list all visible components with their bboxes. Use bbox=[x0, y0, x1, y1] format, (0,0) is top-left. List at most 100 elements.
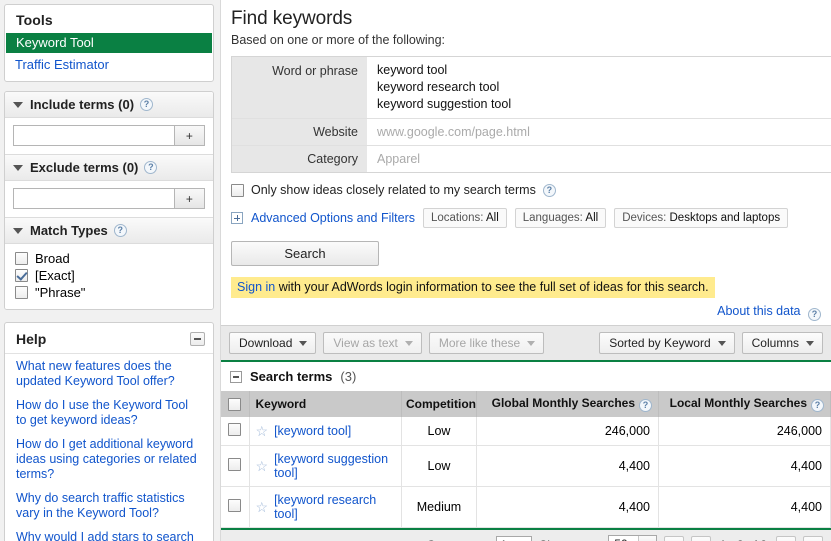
expand-advanced-icon[interactable] bbox=[231, 212, 243, 224]
match-type-phrase[interactable]: "Phrase" bbox=[15, 284, 205, 301]
more-like-these-button[interactable]: More like these bbox=[428, 332, 545, 354]
match-type-broad[interactable]: Broad bbox=[15, 250, 205, 267]
category-placeholder: Apparel bbox=[377, 152, 421, 166]
keyword-link[interactable]: [keyword research tool] bbox=[274, 493, 395, 521]
checkbox-select-all[interactable] bbox=[228, 398, 242, 412]
match-type-exact[interactable]: [Exact] bbox=[15, 267, 205, 284]
keyword-cell: ☆ [keyword tool] bbox=[249, 417, 402, 446]
exclude-terms-add-button[interactable]: + bbox=[173, 188, 205, 209]
checkbox-row[interactable] bbox=[228, 499, 242, 512]
chevron-down-icon bbox=[717, 340, 726, 346]
help-link[interactable]: How do I get additional keyword ideas us… bbox=[16, 437, 201, 482]
chip-locations[interactable]: Locations: All bbox=[422, 208, 507, 228]
help-icon[interactable]: ? bbox=[811, 399, 824, 412]
chip-devices[interactable]: Devices: Desktops and laptops bbox=[614, 208, 789, 228]
columns-label: Columns bbox=[751, 336, 799, 350]
sidebar-item-traffic-estimator[interactable]: Traffic Estimator bbox=[5, 53, 213, 73]
word-or-phrase-line: keyword tool bbox=[377, 63, 448, 77]
only-show-related-row[interactable]: Only show ideas closely related to my se… bbox=[231, 183, 831, 197]
about-this-data-link[interactable]: About this data bbox=[717, 304, 800, 318]
exclude-terms-input[interactable] bbox=[13, 188, 174, 209]
sorted-by-label: Sorted by Keyword bbox=[609, 336, 711, 350]
category-row: Category Apparel bbox=[232, 145, 831, 172]
collapse-help-icon[interactable] bbox=[190, 332, 205, 346]
sidebar-item-keyword-tool[interactable]: Keyword Tool bbox=[6, 33, 212, 53]
section-count: (3) bbox=[340, 369, 357, 384]
exclude-terms-header[interactable]: Exclude terms (0) ? bbox=[5, 154, 213, 181]
help-link[interactable]: Why would I add stars to search results … bbox=[16, 530, 201, 541]
only-show-related-label: Only show ideas closely related to my se… bbox=[251, 183, 536, 197]
star-icon[interactable]: ☆ bbox=[256, 459, 269, 473]
more-like-these-label: More like these bbox=[438, 336, 521, 350]
checkbox-broad[interactable] bbox=[15, 252, 28, 265]
page-subtitle: Based on one or more of the following: bbox=[231, 33, 446, 47]
rows-per-page-select[interactable]: 50 bbox=[608, 535, 657, 541]
signin-notice: Sign in with your AdWords login informat… bbox=[231, 277, 715, 298]
signin-notice-text: with your AdWords login information to s… bbox=[275, 280, 709, 294]
keyword-link[interactable]: [keyword tool] bbox=[274, 424, 351, 438]
keywords-table: Keyword Competition Global Monthly Searc… bbox=[221, 391, 831, 528]
help-icon[interactable]: ? bbox=[113, 224, 127, 237]
help-icon[interactable]: ? bbox=[542, 183, 556, 197]
collapse-section-icon[interactable] bbox=[230, 370, 242, 383]
table-row[interactable]: ☆ [keyword tool] Low 246,000 246,000 bbox=[221, 417, 831, 446]
help-panel-header: Help bbox=[5, 323, 213, 354]
word-or-phrase-label: Word or phrase bbox=[232, 57, 367, 118]
global-monthly-searches-cell: 4,400 bbox=[476, 445, 659, 487]
view-as-text-button[interactable]: View as text bbox=[323, 332, 422, 354]
columns-button[interactable]: Columns bbox=[741, 332, 823, 354]
help-icon[interactable]: ? bbox=[808, 308, 821, 321]
star-icon[interactable]: ☆ bbox=[256, 424, 269, 438]
help-link[interactable]: How do I use the Keyword Tool to get key… bbox=[16, 398, 201, 428]
include-terms-input[interactable] bbox=[13, 125, 174, 146]
column-header-local-monthly-searches[interactable]: Local Monthly Searches? bbox=[658, 391, 831, 417]
checkbox-row[interactable] bbox=[228, 423, 242, 436]
tools-panel-title: Tools bbox=[16, 12, 53, 28]
website-label: Website bbox=[232, 118, 367, 145]
column-header-global-monthly-searches[interactable]: Global Monthly Searches? bbox=[476, 391, 659, 417]
help-link[interactable]: What new features does the updated Keywo… bbox=[16, 359, 201, 389]
help-icon[interactable]: ? bbox=[639, 399, 652, 412]
help-icon[interactable]: ? bbox=[140, 98, 154, 111]
first-page-button[interactable]: ◀| bbox=[663, 535, 684, 541]
star-icon[interactable]: ☆ bbox=[256, 500, 269, 514]
word-or-phrase-line: keyword research tool bbox=[377, 80, 500, 94]
table-row[interactable]: ☆ [keyword research tool] Medium 4,400 4… bbox=[221, 486, 831, 528]
help-link[interactable]: Why do search traffic statistics vary in… bbox=[16, 491, 201, 521]
help-panel-title: Help bbox=[16, 331, 47, 347]
help-icon[interactable]: ? bbox=[144, 161, 158, 174]
competition-cell: Low bbox=[401, 417, 477, 446]
table-row[interactable]: ☆ [keyword suggestion tool] Low 4,400 4,… bbox=[221, 445, 831, 487]
sorted-by-button[interactable]: Sorted by Keyword bbox=[599, 332, 735, 354]
column-header-competition[interactable]: Competition bbox=[401, 391, 477, 417]
row-select-cell bbox=[221, 445, 250, 487]
rows-per-page-value: 50 bbox=[609, 536, 637, 541]
checkbox-only-show-related[interactable] bbox=[231, 183, 244, 197]
download-button[interactable]: Download bbox=[229, 332, 317, 354]
checkbox-row[interactable] bbox=[228, 458, 242, 471]
keyword-tool-page: Tools Keyword Tool Traffic Estimator Inc… bbox=[0, 0, 831, 541]
chevron-down-icon bbox=[299, 340, 308, 346]
keyword-link[interactable]: [keyword suggestion tool] bbox=[274, 452, 395, 480]
category-field[interactable]: Apparel bbox=[367, 145, 831, 172]
website-row: Website www.google.com/page.html bbox=[232, 118, 831, 145]
include-terms-add-button[interactable]: + bbox=[173, 125, 205, 146]
sign-in-link[interactable]: Sign in bbox=[237, 280, 275, 294]
checkbox-phrase[interactable] bbox=[15, 286, 28, 299]
last-page-button[interactable]: |▶ bbox=[803, 535, 823, 541]
word-or-phrase-field[interactable]: keyword tool keyword research tool keywo… bbox=[367, 57, 831, 118]
website-field[interactable]: www.google.com/page.html bbox=[367, 118, 831, 145]
include-terms-header[interactable]: Include terms (0) ? bbox=[5, 92, 213, 118]
match-types-header[interactable]: Match Types ? bbox=[5, 217, 213, 244]
previous-page-button[interactable]: ◀ bbox=[690, 535, 711, 541]
main-content: Find keywords Based on one or more of th… bbox=[220, 0, 831, 541]
chip-languages[interactable]: Languages: All bbox=[514, 208, 607, 228]
advanced-options-link[interactable]: Advanced Options and Filters bbox=[251, 211, 415, 225]
search-button[interactable]: Search bbox=[231, 241, 379, 266]
results-toolbar: Download View as text More like these So… bbox=[221, 325, 831, 362]
next-page-button[interactable]: ▶ bbox=[776, 535, 796, 541]
goto-page-input[interactable] bbox=[496, 535, 533, 541]
checkbox-exact[interactable] bbox=[15, 269, 28, 282]
match-type-broad-label: Broad bbox=[35, 251, 70, 266]
column-header-keyword[interactable]: Keyword bbox=[249, 391, 402, 417]
